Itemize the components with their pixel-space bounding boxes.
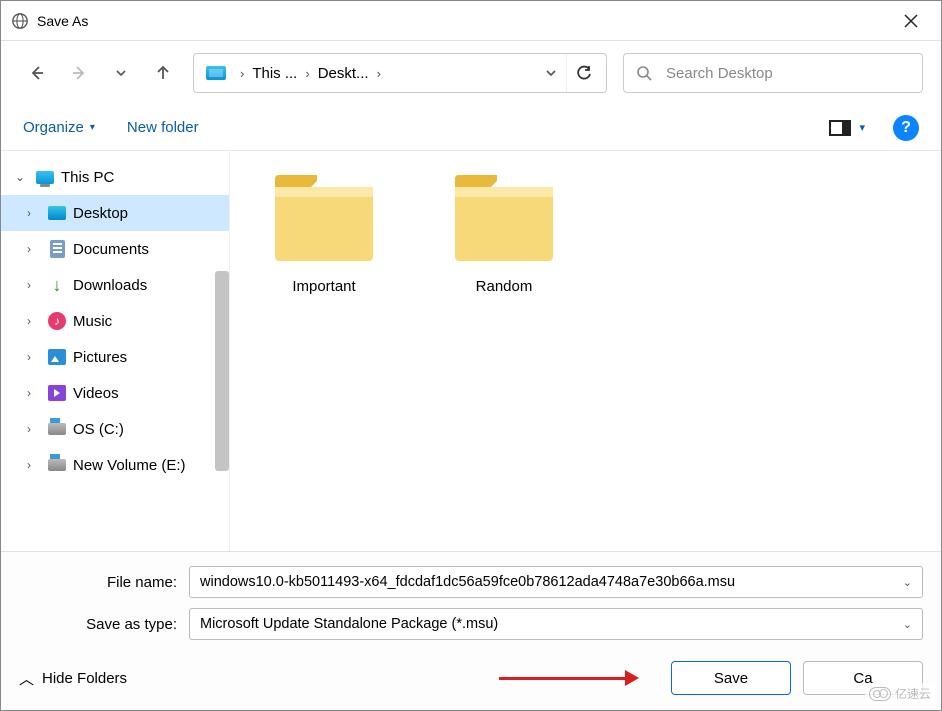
savetype-label: Save as type: bbox=[19, 616, 189, 633]
chevron-right-icon[interactable]: › bbox=[27, 350, 41, 364]
address-dropdown[interactable] bbox=[536, 67, 566, 79]
watermark: 亿速云 bbox=[865, 683, 935, 704]
organize-menu[interactable]: Organize▾ bbox=[23, 119, 95, 136]
chevron-right-icon[interactable]: › bbox=[27, 458, 41, 472]
tree-label: Documents bbox=[73, 241, 149, 258]
tree-new-volume-e[interactable]: › New Volume (E:) bbox=[1, 447, 229, 483]
view-dropdown[interactable]: ▾ bbox=[859, 121, 865, 134]
documents-icon bbox=[50, 240, 65, 258]
tree-os-c[interactable]: › OS (C:) bbox=[1, 411, 229, 447]
folder-icon bbox=[269, 171, 379, 266]
save-form: File name: windows10.0-kb5011493-x64_fdc… bbox=[1, 551, 941, 656]
drive-icon bbox=[48, 423, 66, 435]
folder-important[interactable]: Important bbox=[254, 171, 394, 295]
savetype-value: Microsoft Update Standalone Package (*.m… bbox=[200, 616, 895, 632]
tree-label: Pictures bbox=[73, 349, 127, 366]
chevron-right-icon[interactable]: › bbox=[297, 66, 317, 81]
new-folder-button[interactable]: New folder bbox=[127, 119, 199, 136]
savetype-field[interactable]: Microsoft Update Standalone Package (*.m… bbox=[189, 608, 923, 640]
chevron-right-icon[interactable]: › bbox=[27, 206, 41, 220]
help-button[interactable]: ? bbox=[893, 115, 919, 141]
annotation-arrow bbox=[499, 674, 639, 682]
back-button[interactable] bbox=[19, 55, 55, 91]
music-icon: ♪ bbox=[48, 312, 66, 330]
chevron-right-icon[interactable]: › bbox=[369, 66, 389, 81]
chevron-right-icon[interactable]: › bbox=[27, 314, 41, 328]
filename-field[interactable]: windows10.0-kb5011493-x64_fdcdaf1dc56a59… bbox=[189, 566, 923, 598]
sidebar: ⌄ This PC › Desktop › Documents › ↓ Down… bbox=[1, 151, 229, 551]
hide-folders-button[interactable]: ︿ Hide Folders bbox=[19, 668, 127, 689]
folder-random[interactable]: Random bbox=[434, 171, 574, 295]
tree-this-pc[interactable]: ⌄ This PC bbox=[1, 159, 229, 195]
chevron-right-icon[interactable]: › bbox=[27, 278, 41, 292]
tree-label: Videos bbox=[73, 385, 119, 402]
tree-pictures[interactable]: › Pictures bbox=[1, 339, 229, 375]
up-button[interactable] bbox=[145, 55, 181, 91]
save-button[interactable]: Save bbox=[671, 661, 791, 695]
tree-videos[interactable]: › Videos bbox=[1, 375, 229, 411]
sidebar-scrollbar[interactable] bbox=[215, 271, 229, 471]
view-button[interactable] bbox=[829, 120, 851, 136]
chevron-right-icon[interactable]: › bbox=[232, 66, 252, 81]
chevron-down-icon[interactable]: ⌄ bbox=[15, 170, 29, 184]
tree-documents[interactable]: › Documents bbox=[1, 231, 229, 267]
tree-music[interactable]: › ♪ Music bbox=[1, 303, 229, 339]
file-list[interactable]: Important Random bbox=[230, 151, 941, 551]
hide-folders-label: Hide Folders bbox=[42, 670, 127, 687]
videos-icon bbox=[48, 385, 66, 401]
tree-label: OS (C:) bbox=[73, 421, 124, 438]
folder-icon bbox=[449, 171, 559, 266]
chevron-right-icon[interactable]: › bbox=[27, 386, 41, 400]
filename-value: windows10.0-kb5011493-x64_fdcdaf1dc56a59… bbox=[200, 574, 895, 590]
downloads-icon: ↓ bbox=[53, 275, 62, 296]
chevron-right-icon[interactable]: › bbox=[27, 422, 41, 436]
search-icon bbox=[636, 65, 652, 81]
filename-label: File name: bbox=[19, 574, 189, 591]
tree-label: New Volume (E:) bbox=[73, 457, 186, 474]
tree-label: Desktop bbox=[73, 205, 128, 222]
breadcrumb-thispc[interactable]: This ... bbox=[252, 65, 297, 82]
folder-label: Important bbox=[292, 278, 355, 295]
pictures-icon bbox=[48, 349, 66, 365]
chevron-down-icon[interactable]: ⌄ bbox=[895, 618, 912, 631]
footer: ︿ Hide Folders Save Ca bbox=[1, 646, 941, 710]
watermark-logo-icon bbox=[869, 687, 891, 701]
chevron-down-icon[interactable]: ⌄ bbox=[895, 576, 912, 589]
main-area: ⌄ This PC › Desktop › Documents › ↓ Down… bbox=[1, 151, 941, 551]
address-bar[interactable]: › This ... › Deskt... › bbox=[193, 53, 607, 93]
toolbar: Organize▾ New folder ▾ ? bbox=[1, 105, 941, 151]
drive-icon bbox=[48, 459, 66, 471]
forward-button[interactable] bbox=[61, 55, 97, 91]
titlebar: Save As bbox=[1, 1, 941, 41]
breadcrumb-desktop[interactable]: Deskt... bbox=[318, 65, 369, 82]
recent-dropdown[interactable] bbox=[103, 55, 139, 91]
chevron-up-icon: ︿ bbox=[19, 668, 34, 689]
window-title: Save As bbox=[37, 13, 891, 29]
watermark-text: 亿速云 bbox=[895, 685, 931, 702]
tree-label: Downloads bbox=[73, 277, 147, 294]
refresh-button[interactable] bbox=[566, 54, 600, 92]
nav-row: › This ... › Deskt... › Search Desktop bbox=[1, 41, 941, 105]
close-button[interactable] bbox=[891, 1, 931, 41]
desktop-icon bbox=[48, 206, 66, 220]
location-icon bbox=[206, 66, 226, 80]
search-placeholder: Search Desktop bbox=[666, 65, 773, 82]
pc-icon bbox=[36, 171, 54, 184]
globe-icon bbox=[11, 12, 29, 30]
search-input[interactable]: Search Desktop bbox=[623, 53, 923, 93]
folder-label: Random bbox=[476, 278, 533, 295]
tree-label: Music bbox=[73, 313, 112, 330]
tree-downloads[interactable]: › ↓ Downloads bbox=[1, 267, 229, 303]
tree-label: This PC bbox=[61, 169, 114, 186]
chevron-right-icon[interactable]: › bbox=[27, 242, 41, 256]
tree-desktop[interactable]: › Desktop bbox=[1, 195, 229, 231]
